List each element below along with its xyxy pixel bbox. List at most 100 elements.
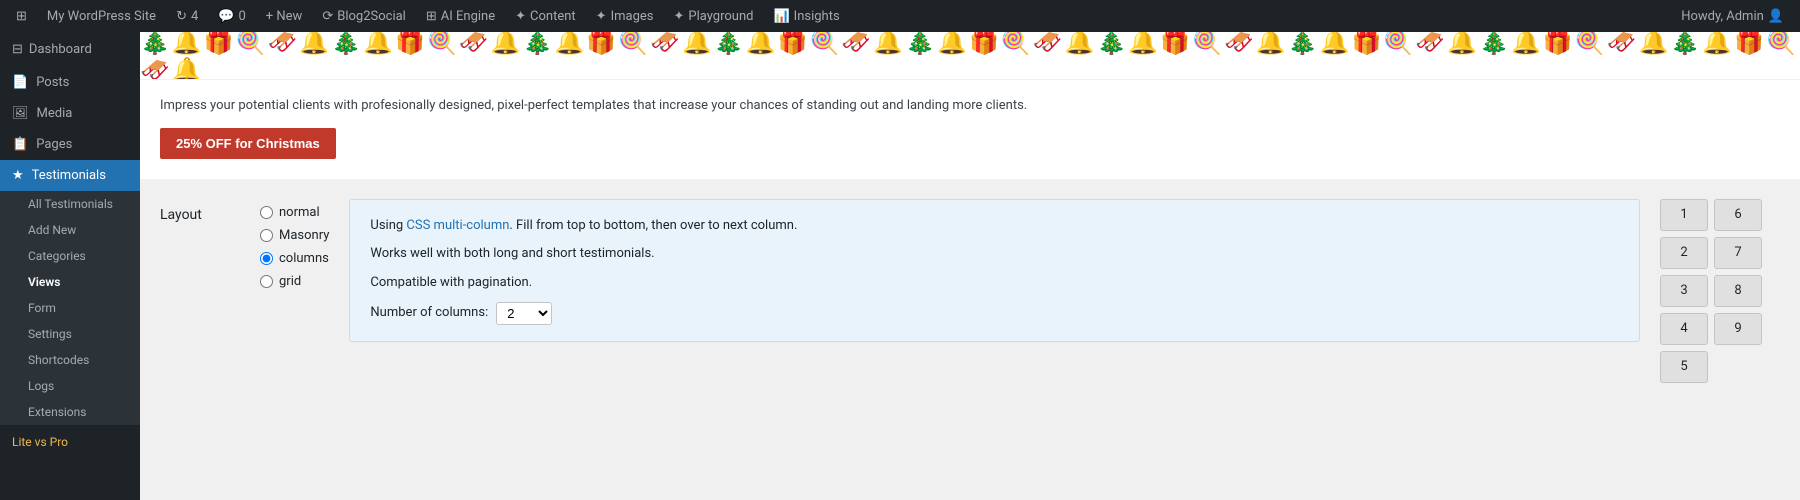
radio-grid-input[interactable] xyxy=(260,275,273,288)
sidebar-subitem-shortcodes[interactable]: Shortcodes xyxy=(0,347,140,373)
user-label: Howdy, Admin xyxy=(1681,9,1764,24)
radio-normal-input[interactable] xyxy=(260,206,273,219)
comments-item[interactable]: 💬 0 xyxy=(210,0,254,32)
views-label: Views xyxy=(28,275,60,289)
line1-suffix: . Fill from top to bottom, then over to … xyxy=(509,218,797,233)
content-label: Content xyxy=(530,9,576,24)
categories-label: Categories xyxy=(28,249,86,263)
blog2social-item[interactable]: ⟳ Blog2Social xyxy=(314,0,414,32)
columns-select-row: Number of columns: 1 2 3 4 5 6 xyxy=(370,302,1619,325)
shortcodes-label: Shortcodes xyxy=(28,353,89,367)
radio-columns-label: columns xyxy=(279,251,329,266)
sidebar-subitem-settings[interactable]: Settings xyxy=(0,321,140,347)
lite-pro-label: Lite vs Pro xyxy=(12,435,68,449)
col-btn-5[interactable]: 5 xyxy=(1660,351,1708,383)
dashboard-icon: ⊟ xyxy=(12,42,23,57)
wp-logo-item[interactable]: ⊞ xyxy=(8,0,35,32)
sidebar: ⊟ Dashboard 📄 Posts 🖼 Media 📋 Pages ★ Te… xyxy=(0,32,140,500)
content-icon: ✦ xyxy=(515,9,526,24)
playground-item[interactable]: ✦ Playground xyxy=(665,0,761,32)
wp-logo-icon: ⊞ xyxy=(16,9,27,24)
sidebar-subitem-extensions[interactable]: Extensions xyxy=(0,399,140,425)
add-new-label: Add New xyxy=(28,223,76,237)
main-content: 🎄🔔🎁🍭🛷🔔🎄🔔🎁🍭🛷🔔🎄🔔🎁🍭🛷🔔🎄🔔🎁🍭🛷🔔🎄🔔🎁🍭🛷🔔🎄🔔🎁🍭🛷🔔🎄🔔🎁🍭… xyxy=(140,32,1800,500)
dashboard-label: Dashboard xyxy=(29,42,92,57)
user-avatar: 👤 xyxy=(1768,9,1784,24)
blog2social-icon: ⟳ xyxy=(322,9,333,24)
posts-label: Posts xyxy=(36,75,69,90)
sidebar-item-posts[interactable]: 📄 Posts xyxy=(0,67,140,98)
sidebar-subitem-all[interactable]: All Testimonials xyxy=(0,191,140,217)
posts-icon: 📄 xyxy=(12,75,28,90)
sidebar-subitem-categories[interactable]: Categories xyxy=(0,243,140,269)
settings-label: Settings xyxy=(28,327,72,341)
content-item[interactable]: ✦ Content xyxy=(507,0,584,32)
playground-label: Playground xyxy=(688,9,753,24)
sidebar-lite-pro[interactable]: Lite vs Pro xyxy=(0,425,140,459)
sidebar-item-pages[interactable]: 📋 Pages xyxy=(0,129,140,160)
grid-col-right: 6 7 8 9 xyxy=(1714,199,1762,383)
radio-columns-input[interactable] xyxy=(260,252,273,265)
col-btn-6[interactable]: 6 xyxy=(1714,199,1762,231)
christmas-banner: 🎄🔔🎁🍭🛷🔔🎄🔔🎁🍭🛷🔔🎄🔔🎁🍭🛷🔔🎄🔔🎁🍭🛷🔔🎄🔔🎁🍭🛷🔔🎄🔔🎁🍭🛷🔔🎄🔔🎁🍭… xyxy=(140,32,1800,179)
insights-label: Insights xyxy=(794,9,840,24)
col-btn-8[interactable]: 8 xyxy=(1714,275,1762,307)
banner-description: Impress your potential clients with prof… xyxy=(160,96,1780,116)
ai-engine-item[interactable]: ⊞ AI Engine xyxy=(418,0,503,32)
christmas-cta-button[interactable]: 25% OFF for Christmas xyxy=(160,128,336,159)
sidebar-item-dashboard[interactable]: ⊟ Dashboard xyxy=(0,32,140,67)
new-item[interactable]: + New xyxy=(258,0,311,32)
radio-masonry-label: Masonry xyxy=(279,228,329,243)
col-btn-4[interactable]: 4 xyxy=(1660,313,1708,345)
sidebar-subitem-form[interactable]: Form xyxy=(0,295,140,321)
col-btn-2[interactable]: 2 xyxy=(1660,237,1708,269)
user-item[interactable]: Howdy, Admin 👤 xyxy=(1673,0,1792,32)
col-btn-7[interactable]: 7 xyxy=(1714,237,1762,269)
insights-item[interactable]: 📊 Insights xyxy=(765,0,847,32)
pages-icon: 📋 xyxy=(12,137,28,152)
layout-section-label: Layout xyxy=(160,199,240,223)
sidebar-subitem-add-new[interactable]: Add New xyxy=(0,217,140,243)
media-icon: 🖼 xyxy=(12,106,29,121)
radio-columns[interactable]: columns xyxy=(260,251,329,266)
layout-info-line2: Works well with both long and short test… xyxy=(370,244,1619,265)
pages-label: Pages xyxy=(36,137,72,152)
testimonials-icon: ★ xyxy=(12,168,24,183)
images-label: Images xyxy=(611,9,654,24)
col-btn-3[interactable]: 3 xyxy=(1660,275,1708,307)
banner-content: Impress your potential clients with prof… xyxy=(140,80,1800,179)
radio-masonry-input[interactable] xyxy=(260,229,273,242)
sidebar-subitem-logs[interactable]: Logs xyxy=(0,373,140,399)
radio-masonry[interactable]: Masonry xyxy=(260,228,329,243)
col-btn-1[interactable]: 1 xyxy=(1660,199,1708,231)
col-btn-9[interactable]: 9 xyxy=(1714,313,1762,345)
columns-label: Number of columns: xyxy=(370,303,488,324)
updates-icon: ↻ xyxy=(176,9,187,24)
sidebar-subitem-views[interactable]: Views xyxy=(0,269,140,295)
blog2social-label: Blog2Social xyxy=(337,9,406,24)
ai-engine-icon: ⊞ xyxy=(426,9,437,24)
site-name-item[interactable]: My WordPress Site xyxy=(39,0,164,32)
layout-info-panel: Using CSS multi-column. Fill from top to… xyxy=(349,199,1640,342)
comments-icon: 💬 xyxy=(218,9,234,24)
sidebar-item-media[interactable]: 🖼 Media xyxy=(0,98,140,129)
columns-select[interactable]: 1 2 3 4 5 6 xyxy=(496,302,552,325)
adminbar-right: Howdy, Admin 👤 xyxy=(1673,0,1792,32)
layout-section: Layout normal Masonry columns xyxy=(140,179,1800,403)
radio-normal-label: normal xyxy=(279,205,320,220)
images-item[interactable]: ✦ Images xyxy=(588,0,662,32)
css-multicolumn-link[interactable]: CSS multi-column xyxy=(406,218,509,233)
ai-engine-label: AI Engine xyxy=(441,9,495,24)
sidebar-item-testimonials[interactable]: ★ Testimonials xyxy=(0,160,140,191)
columns-number-grid: 1 2 3 4 5 6 7 8 9 xyxy=(1660,199,1780,383)
updates-count: 4 xyxy=(191,9,198,24)
admin-bar: ⊞ My WordPress Site ↻ 4 💬 0 + New ⟳ Blog… xyxy=(0,0,1800,32)
radio-normal[interactable]: normal xyxy=(260,205,329,220)
banner-decorations: 🎄🔔🎁🍭🛷🔔🎄🔔🎁🍭🛷🔔🎄🔔🎁🍭🛷🔔🎄🔔🎁🍭🛷🔔🎄🔔🎁🍭🛷🔔🎄🔔🎁🍭🛷🔔🎄🔔🎁🍭… xyxy=(140,32,1800,80)
testimonials-label: Testimonials xyxy=(32,168,106,183)
updates-item[interactable]: ↻ 4 xyxy=(168,0,206,32)
radio-grid[interactable]: grid xyxy=(260,274,329,289)
layout-options: normal Masonry columns grid xyxy=(260,199,329,342)
using-prefix: Using xyxy=(370,218,406,233)
layout-info-line3: Compatible with pagination. xyxy=(370,273,1619,294)
